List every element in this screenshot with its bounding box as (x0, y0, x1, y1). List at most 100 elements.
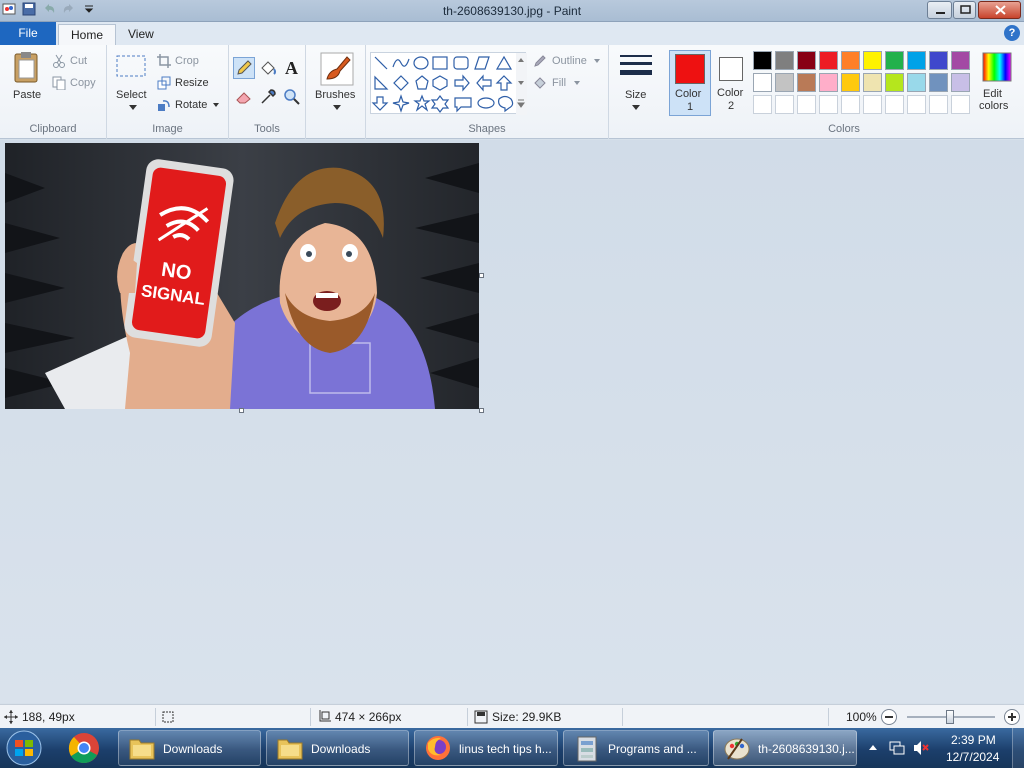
fill-button[interactable]: Fill (532, 75, 604, 93)
tab-file[interactable]: File (0, 22, 56, 45)
plus-icon (1008, 713, 1016, 721)
close-button[interactable] (978, 1, 1021, 19)
custom-color-slot[interactable] (929, 95, 948, 114)
thumbnail-photo: NO SIGNAL (5, 143, 479, 409)
palette-color-swatch[interactable] (907, 73, 926, 92)
cursor-position-icon (4, 710, 18, 724)
text-tool[interactable]: A (282, 58, 302, 78)
custom-color-slot[interactable] (819, 95, 838, 114)
help-icon[interactable]: ? (1004, 25, 1020, 41)
eraser-tool[interactable] (234, 87, 254, 107)
rotate-button[interactable]: Rotate (157, 97, 225, 115)
taskbar-item-downloads[interactable]: Downloads (266, 730, 409, 766)
color-picker-tool[interactable] (258, 87, 278, 107)
palette-color-swatch[interactable] (885, 51, 904, 70)
shapes-gallery[interactable] (370, 52, 527, 115)
custom-color-slot[interactable] (775, 95, 794, 114)
maximize-button[interactable] (953, 1, 976, 19)
cut-button[interactable]: Cut (52, 53, 100, 71)
tab-home[interactable]: Home (58, 24, 117, 45)
clock-time[interactable]: 2:39 PM (951, 733, 996, 747)
shapes-group: Outline Fill Shapes (366, 45, 609, 139)
size-button[interactable]: Size (613, 51, 659, 117)
palette-color-swatch[interactable] (753, 51, 772, 70)
magnifier-tool[interactable] (282, 87, 302, 107)
palette-color-swatch[interactable] (775, 73, 794, 92)
minimize-button[interactable] (927, 1, 952, 19)
palette-color-swatch[interactable] (753, 73, 772, 92)
palette-color-swatch[interactable] (907, 51, 926, 70)
taskbar-item-downloads[interactable]: Downloads (118, 730, 261, 766)
show-hidden-icons-icon[interactable] (868, 743, 878, 753)
show-desktop-button[interactable] (1012, 728, 1024, 768)
zoom-in-button[interactable] (1004, 709, 1020, 725)
palette-color-swatch[interactable] (951, 51, 970, 70)
taskbar-item-firefox[interactable]: linus tech tips h... (414, 730, 558, 766)
palette-color-swatch[interactable] (863, 73, 882, 92)
taskbar-item-paint[interactable]: th-2608639130.j... (713, 730, 857, 766)
resize-handle-corner[interactable] (479, 408, 484, 413)
palette-color-swatch[interactable] (819, 51, 838, 70)
palette-color-swatch[interactable] (819, 73, 838, 92)
clock-date[interactable]: 12/7/2024 (946, 750, 999, 764)
palette-color-swatch[interactable] (929, 73, 948, 92)
pencil-tool[interactable] (233, 57, 255, 79)
color1-button[interactable]: Color 1 (669, 50, 711, 116)
fill-label: Fill (552, 77, 567, 89)
resize-handle-right[interactable] (479, 273, 484, 278)
canvas-area[interactable]: NO SIGNAL (0, 140, 1024, 703)
pencil-icon (237, 60, 252, 75)
status-bar: 188, 49px 474 × 266px Size: 29.9KB 100% (0, 704, 1024, 728)
cut-label: Cut (70, 55, 88, 67)
chrome-pinned-button[interactable] (62, 730, 106, 766)
select-button[interactable]: Select (115, 53, 151, 113)
resize-handle-bottom[interactable] (239, 408, 244, 413)
zoom-slider-thumb[interactable] (946, 710, 954, 724)
minus-icon (885, 716, 893, 718)
select-rectangle-icon (116, 55, 146, 77)
color2-label: Color (717, 87, 744, 99)
edit-colors-button[interactable]: Edit colors (975, 50, 1019, 116)
crop-button[interactable]: Crop (157, 53, 225, 71)
volume-muted-icon[interactable] (912, 739, 930, 757)
custom-color-slot[interactable] (863, 95, 882, 114)
tab-view[interactable]: View (116, 24, 166, 45)
fill-tool[interactable] (258, 58, 278, 78)
text-a-icon: A (285, 58, 298, 78)
palette-color-swatch[interactable] (951, 73, 970, 92)
palette-color-swatch[interactable] (797, 51, 816, 70)
custom-color-slot[interactable] (797, 95, 816, 114)
paste-button[interactable]: Paste (10, 51, 44, 107)
start-button[interactable] (4, 729, 44, 767)
status-divider (828, 708, 829, 726)
outline-button[interactable]: Outline (532, 53, 604, 71)
windows-start-icon (6, 730, 42, 766)
zoom-out-button[interactable] (881, 709, 897, 725)
image-group-label: Image (152, 123, 183, 135)
network-icon[interactable] (888, 739, 906, 757)
chrome-icon (68, 733, 99, 764)
canvas-image[interactable]: NO SIGNAL (5, 143, 479, 409)
palette-color-swatch[interactable] (775, 51, 794, 70)
custom-color-slot[interactable] (841, 95, 860, 114)
brush-icon (320, 52, 354, 86)
palette-color-swatch[interactable] (797, 73, 816, 92)
resize-button[interactable]: Resize (157, 75, 225, 93)
palette-color-swatch[interactable] (841, 73, 860, 92)
color1-label: Color (675, 88, 702, 100)
custom-color-slot[interactable] (951, 95, 970, 114)
custom-color-slot[interactable] (885, 95, 904, 114)
resize-icon (157, 76, 171, 90)
brushes-button[interactable]: Brushes (313, 51, 361, 113)
custom-color-slot[interactable] (753, 95, 772, 114)
custom-color-slot[interactable] (907, 95, 926, 114)
outline-dropdown-icon (594, 59, 600, 63)
copy-button[interactable]: Copy (52, 75, 104, 93)
palette-color-swatch[interactable] (841, 51, 860, 70)
palette-color-swatch[interactable] (885, 73, 904, 92)
palette-color-swatch[interactable] (863, 51, 882, 70)
palette-color-swatch[interactable] (929, 51, 948, 70)
color2-button[interactable]: Color 2 (714, 50, 750, 116)
phone-text-no: NO (160, 259, 193, 285)
taskbar-item-programs[interactable]: Programs and ... (563, 730, 709, 766)
